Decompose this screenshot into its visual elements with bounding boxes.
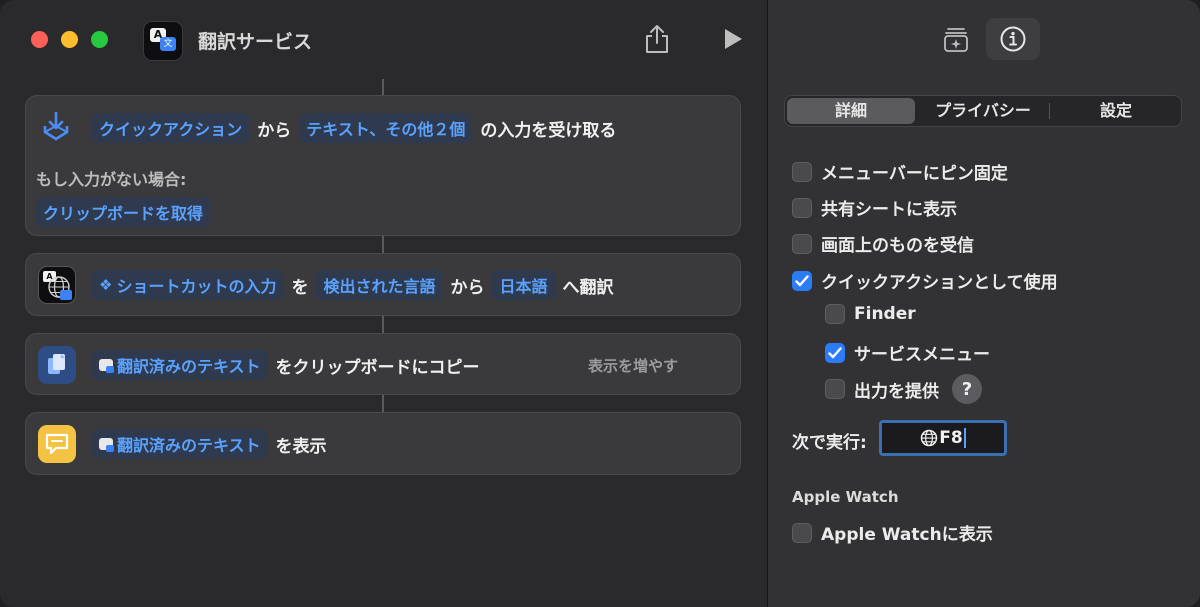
checkmark-icon — [828, 346, 842, 358]
share-sheet-option[interactable]: 共有シートに表示 — [792, 195, 957, 220]
keyboard-shortcut-field[interactable]: F8 — [879, 420, 1007, 456]
receive-tail-text: の入力を受け取る — [480, 120, 617, 141]
screen-receive-label: 画面上のものを受信 — [821, 236, 974, 256]
show-more-button[interactable]: 表示を増やす — [588, 355, 678, 376]
tray-download-icon — [43, 111, 69, 141]
tab-separator — [1049, 103, 1050, 119]
copy-tail-text: をクリップボードにコピー — [275, 357, 480, 378]
services-menu-label: サービスメニュー — [854, 345, 990, 365]
translate-mini-icon — [99, 359, 114, 373]
shortcut-input-token[interactable]: ❖ ショートカットの入力 — [92, 270, 284, 300]
screen-receive-checkbox[interactable] — [792, 233, 812, 254]
editor-pane: A 文 翻訳サービス クイックアクション から テキスト、その他２個 の入力を受… — [0, 0, 767, 607]
shortcut-app-icon[interactable]: A 文 — [143, 21, 183, 61]
help-button[interactable]: ? — [952, 374, 982, 404]
finder-option[interactable]: Finder — [825, 304, 916, 324]
connector-line — [382, 235, 384, 253]
close-button[interactable] — [31, 31, 48, 48]
play-icon[interactable] — [722, 27, 744, 51]
input-types-token[interactable]: テキスト、その他２個 — [299, 113, 473, 143]
translate-tail-text: へ翻訳 — [562, 277, 614, 298]
fallback-row: クリップボードを取得 — [36, 197, 211, 227]
show-result-icon — [38, 425, 76, 463]
shortcut-key-value: F8 — [939, 428, 963, 448]
services-menu-checkbox[interactable] — [825, 342, 845, 363]
quick-action-option[interactable]: クイックアクションとして使用 — [792, 268, 1058, 293]
share-icon[interactable] — [644, 24, 670, 54]
apple-watch-label: Apple Watchに表示 — [821, 525, 993, 545]
wo-text: を — [291, 277, 309, 298]
copy-action-icon — [38, 346, 76, 384]
translate-b-icon: 文 — [160, 37, 176, 51]
translated-text-token[interactable]: 翻訳済みのテキスト — [92, 350, 268, 380]
translate-sentence: ❖ ショートカットの入力 を 検出された言語 から 日本語 へ翻訳 — [92, 270, 614, 300]
receive-sentence: クイックアクション から テキスト、その他２個 の入力を受け取る — [92, 113, 616, 143]
copy-sentence: 翻訳済みのテキスト をクリップボードにコピー — [92, 350, 480, 380]
pin-menubar-option[interactable]: メニューバーにピン固定 — [792, 159, 1008, 184]
from-text: から — [257, 120, 292, 141]
inspector-tabs: 詳細 プライバシー 設定 — [784, 95, 1182, 127]
translated-text-token[interactable]: 翻訳済みのテキスト — [92, 429, 268, 459]
target-language-token[interactable]: 日本語 — [492, 270, 555, 300]
tab-settings[interactable]: 設定 — [1051, 98, 1181, 124]
show-tail-text: を表示 — [275, 436, 327, 457]
shortcut-input-label: ショートカットの入力 — [116, 277, 277, 296]
copy-clipboard-action[interactable]: 翻訳済みのテキスト をクリップボードにコピー 表示を増やす — [25, 333, 741, 395]
quick-action-checkbox[interactable] — [792, 270, 812, 291]
finder-label: Finder — [854, 304, 916, 324]
translated-text-label: 翻訳済みのテキスト — [117, 357, 261, 376]
provide-output-option[interactable]: 出力を提供 ? — [825, 374, 982, 404]
speech-bubble-icon — [45, 433, 69, 455]
fallback-token[interactable]: クリップボードを取得 — [36, 197, 211, 227]
zoom-button[interactable] — [91, 31, 108, 48]
window-title[interactable]: 翻訳サービス — [198, 27, 312, 54]
no-input-label: もし入力がない場合: — [36, 170, 187, 189]
globe-key-icon — [921, 429, 938, 447]
translate-action-icon: A — [38, 266, 76, 304]
apple-watch-section-title: Apple Watch — [792, 488, 899, 506]
detected-language-token[interactable]: 検出された言語 — [316, 270, 443, 300]
show-sentence: 翻訳済みのテキスト を表示 — [92, 429, 327, 459]
action-library-button[interactable] — [928, 18, 982, 60]
input-source-token[interactable]: クイックアクション — [92, 113, 250, 143]
translate-mini-icon — [99, 438, 114, 452]
apple-watch-option[interactable]: Apple Watchに表示 — [792, 520, 993, 545]
text-caret — [963, 428, 966, 448]
tab-privacy[interactable]: プライバシー — [917, 98, 1049, 124]
show-result-action[interactable]: 翻訳済みのテキスト を表示 — [25, 412, 741, 475]
provide-output-checkbox[interactable] — [825, 379, 845, 399]
shortcuts-window: A 文 翻訳サービス クイックアクション から テキスト、その他２個 の入力を受… — [0, 0, 1200, 607]
pin-menubar-label: メニューバーにピン固定 — [821, 164, 1008, 184]
details-info-button[interactable] — [986, 18, 1040, 60]
info-icon — [1000, 26, 1026, 52]
connector-line — [382, 316, 384, 333]
library-sparkle-icon — [944, 28, 968, 52]
finder-checkbox[interactable] — [825, 304, 845, 324]
checkmark-icon — [795, 274, 809, 286]
connector-line — [382, 395, 384, 412]
quick-action-label: クイックアクションとして使用 — [821, 273, 1058, 293]
documents-icon — [48, 354, 65, 374]
share-sheet-label: 共有シートに表示 — [821, 200, 957, 220]
screen-receive-option[interactable]: 画面上のものを受信 — [792, 231, 974, 256]
share-sheet-checkbox[interactable] — [792, 197, 812, 218]
provide-output-label: 出力を提供 — [854, 381, 939, 402]
translate-action[interactable]: A ❖ ショートカットの入力 を 検出された言語 から 日本語 へ翻訳 — [25, 253, 741, 316]
receive-input-action[interactable]: クイックアクション から テキスト、その他２個 の入力を受け取る もし入力がない… — [25, 95, 741, 236]
connector-line — [382, 79, 384, 95]
from-text: から — [450, 277, 485, 298]
translated-text-label: 翻訳済みのテキスト — [117, 436, 261, 455]
services-menu-option[interactable]: サービスメニュー — [825, 340, 990, 365]
translate-bubble-icon — [60, 290, 72, 300]
run-with-label: 次で実行: — [792, 433, 867, 453]
pin-menubar-checkbox[interactable] — [792, 161, 812, 182]
layers-icon: ❖ — [99, 276, 113, 294]
tab-details[interactable]: 詳細 — [787, 98, 915, 124]
apple-watch-checkbox[interactable] — [792, 522, 812, 543]
minimize-button[interactable] — [61, 31, 78, 48]
